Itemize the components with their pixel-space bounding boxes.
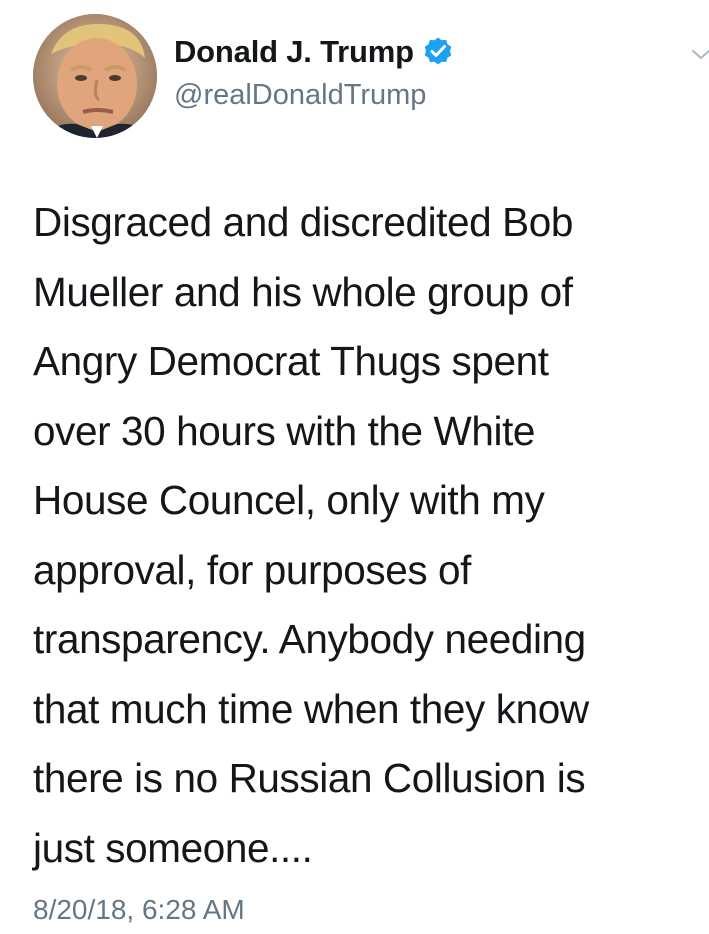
tweet-text-line: Disgraced and discredited Bob bbox=[33, 199, 573, 245]
tweet-text-line: House Councel, only with my bbox=[33, 477, 545, 523]
tweet-text-line: transparency. Anybody needing bbox=[33, 616, 586, 662]
tweet-text-line: there is no Russian Collusion is bbox=[33, 755, 586, 801]
tweet-card: Donald J. Trump @realDonaldTrump Disgrac… bbox=[0, 0, 709, 934]
tweet-text-line: just someone.... bbox=[33, 824, 313, 871]
tweet-text-line: Mueller and his whole group of bbox=[33, 268, 573, 315]
display-name[interactable]: Donald J. Trump bbox=[174, 34, 414, 70]
avatar-image bbox=[33, 14, 157, 138]
user-handle[interactable]: @realDonaldTrump bbox=[174, 79, 426, 112]
tweet-text-line: approval, for purposes of bbox=[33, 546, 472, 593]
chevron-down-icon[interactable] bbox=[690, 44, 709, 66]
tweet-text-line: over 30 hours with the White bbox=[33, 407, 536, 454]
tweet-text: Disgraced and discredited Bob Mueller an… bbox=[33, 188, 693, 883]
tweet-timestamp[interactable]: 8/20/18, 6:28 AM bbox=[33, 894, 245, 926]
name-row: Donald J. Trump bbox=[174, 34, 454, 70]
avatar[interactable] bbox=[33, 14, 157, 138]
verified-badge-icon bbox=[422, 36, 454, 68]
tweet-text-line: Angry Democrat Thugs spent bbox=[33, 338, 549, 384]
tweet-text-line: that much time when they know bbox=[33, 685, 589, 732]
